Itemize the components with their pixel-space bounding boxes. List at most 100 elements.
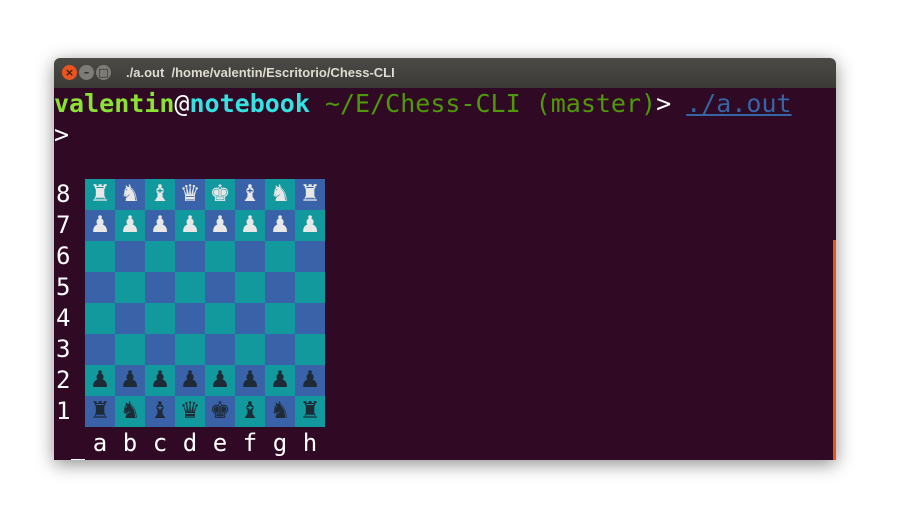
white-piece-icon[interactable]: ♜: [90, 181, 111, 207]
black-piece-icon[interactable]: ♟: [150, 367, 171, 393]
square-c4[interactable]: [145, 303, 175, 334]
black-piece-icon[interactable]: ♝: [150, 398, 171, 424]
square-b6[interactable]: [115, 241, 145, 272]
square-b3[interactable]: [115, 334, 145, 365]
white-piece-icon[interactable]: ♟: [210, 212, 231, 238]
square-g5[interactable]: [265, 272, 295, 303]
square-d8[interactable]: ♛: [175, 179, 205, 210]
black-piece-icon[interactable]: ♟: [240, 367, 261, 393]
square-e6[interactable]: [205, 241, 235, 272]
black-piece-icon[interactable]: ♟: [300, 367, 321, 393]
black-piece-icon[interactable]: ♜: [90, 398, 111, 424]
white-piece-icon[interactable]: ♟: [150, 212, 171, 238]
square-f5[interactable]: [235, 272, 265, 303]
black-piece-icon[interactable]: ♟: [210, 367, 231, 393]
square-e4[interactable]: [205, 303, 235, 334]
square-g4[interactable]: [265, 303, 295, 334]
square-f3[interactable]: [235, 334, 265, 365]
square-c8[interactable]: ♝: [145, 179, 175, 210]
square-g1[interactable]: ♞: [265, 396, 295, 427]
square-b2[interactable]: ♟: [115, 365, 145, 396]
black-piece-icon[interactable]: ♚: [210, 398, 231, 424]
black-piece-icon[interactable]: ♞: [270, 398, 291, 424]
black-piece-icon[interactable]: ♟: [180, 367, 201, 393]
square-h2[interactable]: ♟: [295, 365, 325, 396]
white-piece-icon[interactable]: ♛: [180, 181, 201, 207]
square-a8[interactable]: ♜: [85, 179, 115, 210]
square-b8[interactable]: ♞: [115, 179, 145, 210]
square-h5[interactable]: [295, 272, 325, 303]
white-piece-icon[interactable]: ♟: [270, 212, 291, 238]
square-b7[interactable]: ♟: [115, 210, 145, 241]
square-f7[interactable]: ♟: [235, 210, 265, 241]
black-piece-icon[interactable]: ♟: [90, 367, 111, 393]
square-d7[interactable]: ♟: [175, 210, 205, 241]
white-piece-icon[interactable]: ♟: [240, 212, 261, 238]
black-piece-icon[interactable]: ♝: [240, 398, 261, 424]
black-piece-icon[interactable]: ♟: [270, 367, 291, 393]
white-piece-icon[interactable]: ♞: [270, 181, 291, 207]
square-g6[interactable]: [265, 241, 295, 272]
black-piece-icon[interactable]: ♛: [180, 398, 201, 424]
square-a3[interactable]: [85, 334, 115, 365]
white-piece-icon[interactable]: ♟: [120, 212, 141, 238]
square-c1[interactable]: ♝: [145, 396, 175, 427]
square-d6[interactable]: [175, 241, 205, 272]
scrollbar[interactable]: [833, 240, 836, 460]
square-d1[interactable]: ♛: [175, 396, 205, 427]
white-piece-icon[interactable]: ♟: [180, 212, 201, 238]
black-piece-icon[interactable]: ♟: [120, 367, 141, 393]
square-c5[interactable]: [145, 272, 175, 303]
square-f2[interactable]: ♟: [235, 365, 265, 396]
white-piece-icon[interactable]: ♝: [240, 181, 261, 207]
square-e3[interactable]: [205, 334, 235, 365]
square-a5[interactable]: [85, 272, 115, 303]
black-piece-icon[interactable]: ♞: [120, 398, 141, 424]
square-g7[interactable]: ♟: [265, 210, 295, 241]
square-h8[interactable]: ♜: [295, 179, 325, 210]
square-d4[interactable]: [175, 303, 205, 334]
minimize-window-button[interactable]: –: [79, 65, 94, 80]
square-b1[interactable]: ♞: [115, 396, 145, 427]
title-bar[interactable]: × – □ ./a.out /home/valentin/Escritorio/…: [54, 58, 836, 88]
square-h6[interactable]: [295, 241, 325, 272]
white-piece-icon[interactable]: ♚: [210, 181, 231, 207]
square-b5[interactable]: [115, 272, 145, 303]
square-h4[interactable]: [295, 303, 325, 334]
chess-board[interactable]: ♜ ♞ ♝ ♛ ♚ ♝ ♞ ♜ ♟ ♟ ♟ ♟ ♟ ♟ ♟ ♟ ♟ ♟ ♟ ♟ ♟ ♟ ♟ ♟ ♜ ♞ ♝ ♛ ♚ ♝ ♞ ♜: [85, 179, 325, 427]
square-f8[interactable]: ♝: [235, 179, 265, 210]
square-h7[interactable]: ♟: [295, 210, 325, 241]
square-e1[interactable]: ♚: [205, 396, 235, 427]
terminal-content[interactable]: valentin@notebook ~/E/Chess-CLI (master)…: [54, 88, 836, 460]
white-piece-icon[interactable]: ♞: [120, 181, 141, 207]
white-piece-icon[interactable]: ♝: [150, 181, 171, 207]
square-a4[interactable]: [85, 303, 115, 334]
square-f1[interactable]: ♝: [235, 396, 265, 427]
square-b4[interactable]: [115, 303, 145, 334]
square-d5[interactable]: [175, 272, 205, 303]
square-a2[interactable]: ♟: [85, 365, 115, 396]
square-d2[interactable]: ♟: [175, 365, 205, 396]
square-c7[interactable]: ♟: [145, 210, 175, 241]
prompt-command[interactable]: ./a.out: [686, 89, 791, 118]
square-e8[interactable]: ♚: [205, 179, 235, 210]
square-e2[interactable]: ♟: [205, 365, 235, 396]
black-piece-icon[interactable]: ♜: [300, 398, 321, 424]
close-window-button[interactable]: ×: [62, 65, 77, 80]
square-h3[interactable]: [295, 334, 325, 365]
square-c2[interactable]: ♟: [145, 365, 175, 396]
white-piece-icon[interactable]: ♟: [90, 212, 111, 238]
square-a6[interactable]: [85, 241, 115, 272]
square-h1[interactable]: ♜: [295, 396, 325, 427]
square-a7[interactable]: ♟: [85, 210, 115, 241]
square-f6[interactable]: [235, 241, 265, 272]
square-f4[interactable]: [235, 303, 265, 334]
white-piece-icon[interactable]: ♟: [300, 212, 321, 238]
white-piece-icon[interactable]: ♜: [300, 181, 321, 207]
square-a1[interactable]: ♜: [85, 396, 115, 427]
square-e5[interactable]: [205, 272, 235, 303]
square-g8[interactable]: ♞: [265, 179, 295, 210]
square-d3[interactable]: [175, 334, 205, 365]
square-g2[interactable]: ♟: [265, 365, 295, 396]
square-g3[interactable]: [265, 334, 295, 365]
